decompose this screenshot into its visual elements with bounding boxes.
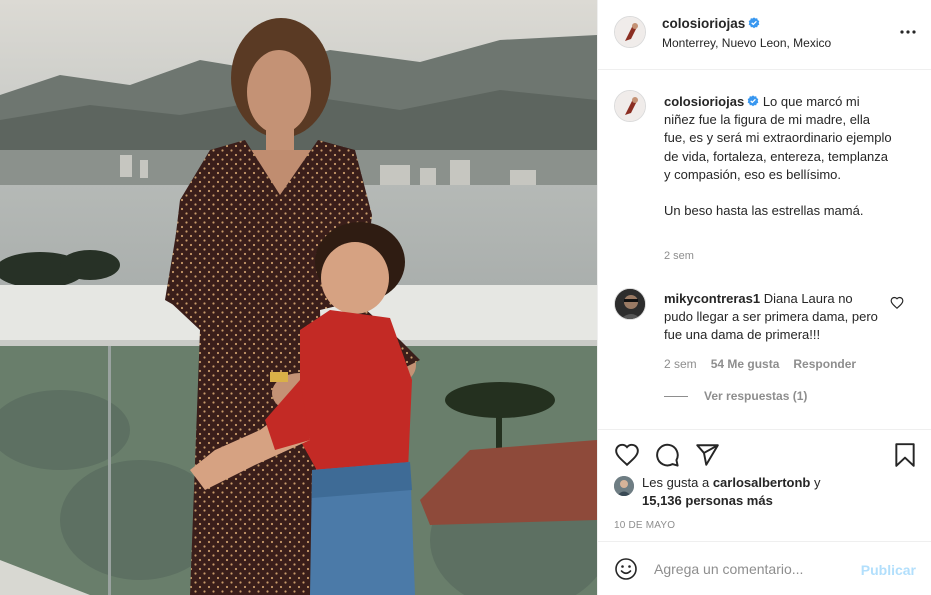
likes-text: Les gusta a carlosalbertonb y 15,136 per… — [642, 474, 820, 510]
comment-input[interactable] — [654, 559, 854, 579]
view-replies-button[interactable]: Ver respuestas (1) — [664, 389, 807, 403]
post-photo[interactable] — [0, 0, 597, 595]
comment-likes-count[interactable]: 54 Me gusta — [711, 357, 780, 371]
post-date[interactable]: 10 DE MAYO — [614, 520, 675, 531]
liker-avatar[interactable] — [614, 476, 634, 496]
reply-button[interactable]: Responder — [793, 357, 856, 371]
post-photo-image — [0, 0, 597, 595]
likes-others[interactable]: 15,136 personas más — [642, 493, 773, 508]
comment-like-heart-icon[interactable] — [890, 296, 904, 310]
comment-text-block: mikycontreras1 Diana Laura no pudo llega… — [664, 290, 884, 345]
likes-connector: y — [810, 475, 821, 490]
verified-badge-icon — [747, 95, 759, 107]
post-location[interactable]: Monterrey, Nuevo Leon, Mexico — [662, 36, 831, 50]
emoji-icon[interactable] — [614, 557, 638, 581]
commenter-avatar[interactable] — [614, 288, 646, 320]
author-avatar[interactable] — [614, 16, 646, 48]
verified-badge-icon — [748, 17, 760, 29]
caption-username[interactable]: colosioriojas — [664, 94, 744, 109]
heart-icon[interactable] — [614, 442, 640, 468]
share-icon[interactable] — [694, 442, 720, 468]
bookmark-icon[interactable] — [892, 442, 918, 468]
add-comment-bar: Publicar — [598, 541, 931, 595]
author-username-text: colosioriojas — [662, 16, 746, 31]
likes-summary: Les gusta a carlosalbertonb y 15,136 per… — [614, 474, 820, 510]
post-side-panel: colosioriojas Monterrey, Nuevo Leon, Mex… — [597, 0, 931, 595]
caption-text-block: colosioriojas Lo que marcó mi niñez fue … — [664, 93, 892, 220]
post-header: colosioriojas Monterrey, Nuevo Leon, Mex… — [598, 0, 931, 70]
caption-text: Lo que marcó mi niñez fue la figura de m… — [664, 94, 892, 219]
comment-username[interactable]: mikycontreras1 — [664, 291, 760, 306]
caption-avatar[interactable] — [614, 90, 646, 122]
more-options-icon[interactable] — [898, 22, 918, 42]
author-username[interactable]: colosioriojas — [662, 16, 760, 31]
replies-divider-line — [664, 395, 688, 397]
publish-button[interactable]: Publicar — [861, 562, 916, 578]
view-replies-label: Ver respuestas (1) — [704, 389, 808, 403]
post-actions: Les gusta a carlosalbertonb y 15,136 per… — [598, 429, 931, 541]
comment-meta: 2 sem 54 Me gusta Responder — [664, 357, 856, 371]
caption-timestamp[interactable]: 2 sem — [664, 250, 694, 262]
comment-icon[interactable] — [654, 442, 680, 468]
likes-prefix: Les gusta a — [642, 475, 713, 490]
likes-first-user[interactable]: carlosalbertonb — [713, 475, 811, 490]
comment-timestamp[interactable]: 2 sem — [664, 357, 697, 371]
